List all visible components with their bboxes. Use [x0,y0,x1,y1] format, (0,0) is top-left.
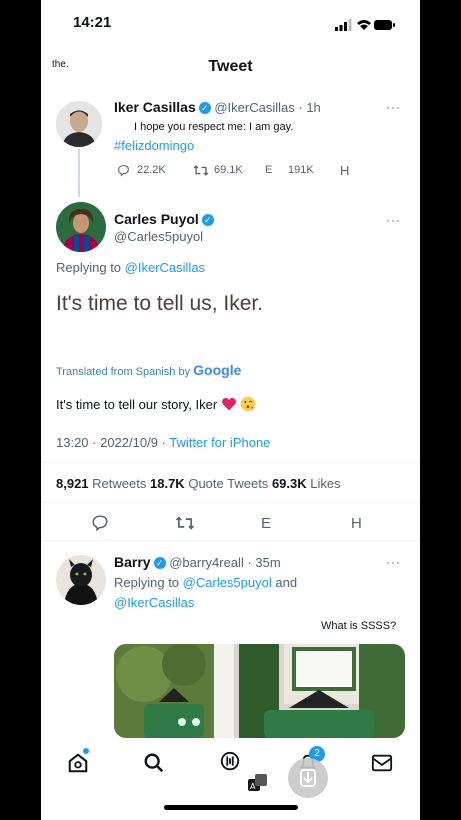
tweet3-handle[interactable]: @barry4reall [169,555,244,570]
tweet1-reply-count: 22.2K [137,164,166,176]
download-button[interactable] [288,758,328,798]
quotes-stat[interactable]: 18.7K Quote Tweets [150,476,268,491]
retweet-icon[interactable] [175,515,195,531]
tweet1-e-action[interactable]: E [265,164,272,176]
replying-to-link-1[interactable]: @Carles5puyol [183,575,272,590]
home-indicator [164,805,298,810]
tweet1-text: I hope you respect me: I am gay. [134,121,294,133]
kiss-emoji [241,396,256,412]
likes-label: Likes [310,476,341,491]
translated-label: Translated from Spanish by [56,366,191,378]
tweet2-replying: Replying to @IkerCasillas [56,260,205,275]
tweet2-source[interactable]: Twitter for iPhone [169,435,270,450]
tweet3-replying: Replying to @Carles5puyol and @IkerCasil… [114,573,394,613]
tweet1-handle[interactable]: @IkerCasillas [214,100,294,115]
tweet2-timestamp: 13:20 · 2022/10/9 · [56,435,166,450]
tweet1-h-action[interactable]: H [340,163,349,178]
avatar-iker-image [56,101,102,147]
translate-icon[interactable]: A [243,770,271,796]
retweet-icon[interactable] [193,164,209,177]
tweet2-name-row: Carles Puyol ✓ [114,211,214,229]
divider [41,540,420,541]
avatar-barry-image [56,555,106,605]
tweet2-name[interactable]: Carles Puyol [114,211,199,227]
translated-text: It's time to tell our story, Iker [56,397,218,412]
tweet2-more-button[interactable]: ··· [386,213,401,227]
tweet2-text: It's time to tell us, Iker. [56,292,264,315]
spaces-icon[interactable] [219,750,241,774]
retweets-stat[interactable]: 8,921 Retweets [56,476,146,491]
search-icon[interactable] [143,752,165,774]
download-icon [300,769,316,787]
action-e[interactable]: E [261,515,271,532]
avatar-puyol[interactable] [56,202,106,252]
tweet2-handle[interactable]: @Carles5puyol [114,229,203,244]
retweets-label: Retweets [92,476,147,491]
retweets-count: 8,921 [56,476,89,491]
tweet2-stats: 8,921 Retweets 18.7K Quote Tweets 69.3K … [56,476,341,491]
messages-icon[interactable] [371,753,393,773]
avatar-puyol-image [56,202,106,252]
home-dot [83,748,89,754]
tweet3-photo-image [114,644,405,738]
tweet3-age: · 35m [247,555,281,570]
tweet3-photo[interactable] [114,644,405,738]
thread-line [78,149,80,197]
translation-row: It's time to tell our story, Iker [56,396,256,412]
divider [41,502,420,503]
quotes-count: 18.7K [150,476,185,491]
tweet3-header: Barry ✓ @barry4reall · 35m [114,554,281,570]
status-icons [335,19,395,31]
tweet1-age: · 1h [298,100,321,115]
verified-icon: ✓ [198,102,211,114]
tweet1-like-count: 191K [288,164,314,176]
divider [41,462,420,463]
page-title: Tweet [208,58,253,75]
bottom-tab-bar: A 2 [41,738,420,798]
tweet1-header: Iker Casillas ✓ @IkerCasillas · 1h [114,99,321,115]
likes-count: 69.3K [271,476,307,491]
home-icon[interactable] [67,752,89,774]
replying-prefix: Replying to [56,260,122,275]
tweet3-more-button[interactable]: ··· [386,555,401,569]
tweet1-more-button[interactable]: ··· [386,100,401,114]
avatar-iker[interactable] [56,101,102,147]
heart-emoji [221,397,236,411]
tweet1-name[interactable]: Iker Casillas [114,99,196,115]
verified-icon: ✓ [201,214,214,226]
likes-stat[interactable]: 69.3K Likes [272,476,341,491]
status-bar: 14:21 [41,0,420,44]
replying-to-link-2[interactable]: @IkerCasillas [114,595,194,610]
reply-icon[interactable] [91,514,109,532]
tweet2-meta: 13:20 · 2022/10/9 · Twitter for iPhone [56,435,270,450]
translation-attribution: Translated from Spanish by Google [56,362,241,378]
tweet-detail-screen: 14:21 the. Tweet Iker Casillas ✓ @IkerCas… [41,0,420,820]
avatar-barry[interactable] [56,555,106,605]
status-time: 14:21 [73,14,112,31]
verified-icon: ✓ [153,557,166,569]
tweet1-retweet-count: 69.1K [214,164,243,176]
reply-icon[interactable] [117,164,130,177]
replying-to-link[interactable]: @IkerCasillas [125,260,205,275]
quotes-label: Quote Tweets [188,476,269,491]
google-logo: Google [193,362,242,378]
action-h[interactable]: H [351,515,362,532]
tweet3-name[interactable]: Barry [114,554,151,570]
tweet1-hashtag[interactable]: #felizdomingo [114,138,194,153]
replying-and: and [275,575,298,590]
svg-text:A: A [250,782,256,791]
tweet3-text: What is SSSS? [321,620,397,632]
replying-prefix: Replying to [114,575,180,590]
